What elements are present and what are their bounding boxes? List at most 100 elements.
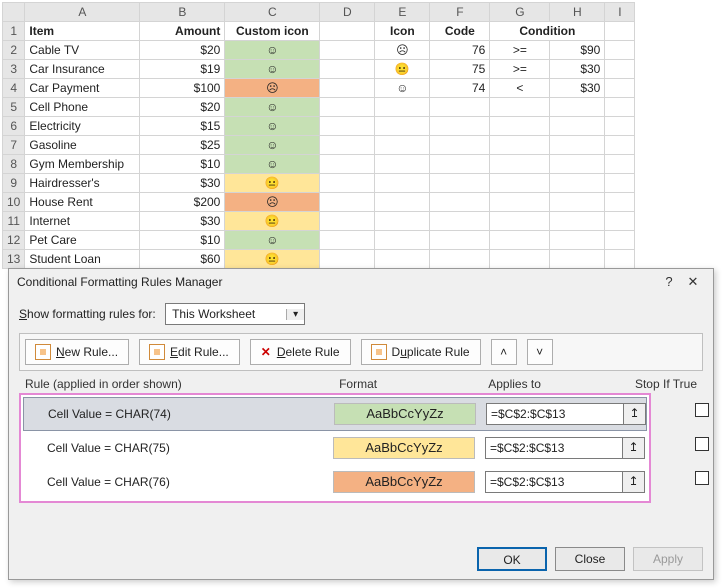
cell[interactable] xyxy=(375,117,430,136)
cell[interactable]: $200 xyxy=(140,193,225,212)
cell[interactable] xyxy=(430,231,490,250)
cell[interactable] xyxy=(490,174,550,193)
column-header[interactable]: H xyxy=(550,3,605,22)
spreadsheet[interactable]: ABCDEFGHI1ItemAmountCustom iconIconCodeC… xyxy=(2,2,635,269)
cell[interactable]: Pet Care xyxy=(25,231,140,250)
cell[interactable]: ☺ xyxy=(225,41,320,60)
duplicate-rule-button[interactable]: Duplicate Rule xyxy=(361,339,481,365)
range-picker-icon[interactable]: ↥ xyxy=(623,471,645,493)
cell[interactable] xyxy=(320,193,375,212)
cell[interactable] xyxy=(375,212,430,231)
cell[interactable]: Car Payment xyxy=(25,79,140,98)
cell[interactable]: Hairdresser's xyxy=(25,174,140,193)
cell[interactable] xyxy=(490,212,550,231)
cell[interactable]: $60 xyxy=(140,250,225,269)
cell[interactable] xyxy=(605,60,635,79)
cell[interactable]: $10 xyxy=(140,231,225,250)
cell[interactable] xyxy=(605,250,635,269)
cell[interactable] xyxy=(550,136,605,155)
cell[interactable] xyxy=(490,231,550,250)
delete-rule-button[interactable]: ✕Delete Rule xyxy=(250,339,351,365)
close-button[interactable]: Close xyxy=(555,547,625,571)
row-header[interactable]: 10 xyxy=(3,193,25,212)
cell[interactable]: ☹ xyxy=(375,41,430,60)
rule-row[interactable]: Cell Value = CHAR(76)AaBbCcYyZz=$C$2:$C$… xyxy=(23,465,647,499)
cell[interactable]: >= xyxy=(490,41,550,60)
cell[interactable] xyxy=(550,117,605,136)
cell[interactable] xyxy=(320,250,375,269)
cell[interactable] xyxy=(320,136,375,155)
cell[interactable] xyxy=(375,98,430,117)
cell[interactable]: 😐 xyxy=(225,250,320,269)
header-cell[interactable] xyxy=(320,22,375,41)
help-button[interactable]: ? xyxy=(657,269,681,295)
applies-to-input[interactable]: =$C$2:$C$13 xyxy=(486,403,624,425)
cell[interactable]: Gym Membership xyxy=(25,155,140,174)
cell[interactable] xyxy=(550,193,605,212)
cell[interactable] xyxy=(375,250,430,269)
cell[interactable]: 75 xyxy=(430,60,490,79)
row-header[interactable]: 13 xyxy=(3,250,25,269)
cell[interactable]: >= xyxy=(490,60,550,79)
scope-dropdown[interactable]: This Worksheet ▾ xyxy=(165,303,305,325)
column-header[interactable]: E xyxy=(375,3,430,22)
cell[interactable]: Gasoline xyxy=(25,136,140,155)
rule-row[interactable]: Cell Value = CHAR(74)AaBbCcYyZz=$C$2:$C$… xyxy=(23,397,647,431)
cell[interactable] xyxy=(490,155,550,174)
column-header[interactable]: B xyxy=(140,3,225,22)
cell[interactable]: ☺ xyxy=(225,136,320,155)
cell[interactable] xyxy=(320,79,375,98)
row-header[interactable]: 7 xyxy=(3,136,25,155)
cell[interactable]: House Rent xyxy=(25,193,140,212)
cell[interactable] xyxy=(320,174,375,193)
row-header[interactable]: 5 xyxy=(3,98,25,117)
cell[interactable] xyxy=(375,155,430,174)
apply-button[interactable]: Apply xyxy=(633,547,703,571)
cell[interactable]: $20 xyxy=(140,41,225,60)
cell[interactable]: Cable TV xyxy=(25,41,140,60)
rule-row[interactable]: Cell Value = CHAR(75)AaBbCcYyZz=$C$2:$C$… xyxy=(23,431,647,465)
cell[interactable] xyxy=(320,155,375,174)
header-cell[interactable]: Code xyxy=(430,22,490,41)
cell[interactable] xyxy=(550,174,605,193)
cell[interactable] xyxy=(605,98,635,117)
cell[interactable]: 😐 xyxy=(225,212,320,231)
cell[interactable]: 76 xyxy=(430,41,490,60)
cell[interactable] xyxy=(605,193,635,212)
new-rule-button[interactable]: New Rule... xyxy=(25,339,129,365)
row-header[interactable]: 3 xyxy=(3,60,25,79)
column-header[interactable] xyxy=(3,3,25,22)
stop-if-true-checkbox[interactable] xyxy=(695,437,709,451)
cell[interactable] xyxy=(375,174,430,193)
cell[interactable] xyxy=(550,155,605,174)
cell[interactable] xyxy=(430,155,490,174)
cell[interactable]: $25 xyxy=(140,136,225,155)
header-cell[interactable]: Item xyxy=(25,22,140,41)
cell[interactable]: ☺ xyxy=(225,231,320,250)
column-header[interactable]: D xyxy=(320,3,375,22)
header-cell[interactable]: Custom icon xyxy=(225,22,320,41)
cell[interactable]: Cell Phone xyxy=(25,98,140,117)
stop-if-true-checkbox[interactable] xyxy=(695,471,709,485)
cell[interactable]: $30 xyxy=(140,174,225,193)
move-up-button[interactable]: ˄ xyxy=(491,339,517,365)
row-header[interactable]: 8 xyxy=(3,155,25,174)
cell[interactable] xyxy=(320,117,375,136)
cell[interactable]: Car Insurance xyxy=(25,60,140,79)
cell[interactable] xyxy=(430,193,490,212)
header-cell[interactable] xyxy=(605,22,635,41)
cell[interactable]: Student Loan xyxy=(25,250,140,269)
cell[interactable] xyxy=(605,231,635,250)
cell[interactable] xyxy=(550,98,605,117)
cell[interactable] xyxy=(550,231,605,250)
cell[interactable]: ☺ xyxy=(225,60,320,79)
column-header[interactable]: G xyxy=(490,3,550,22)
cell[interactable]: ☺ xyxy=(225,117,320,136)
cell[interactable]: ☹ xyxy=(225,79,320,98)
cell[interactable]: $30 xyxy=(550,60,605,79)
cell[interactable]: ☺ xyxy=(225,98,320,117)
cell[interactable] xyxy=(490,193,550,212)
row-header[interactable]: 4 xyxy=(3,79,25,98)
range-picker-icon[interactable]: ↥ xyxy=(624,403,646,425)
cell[interactable] xyxy=(490,117,550,136)
